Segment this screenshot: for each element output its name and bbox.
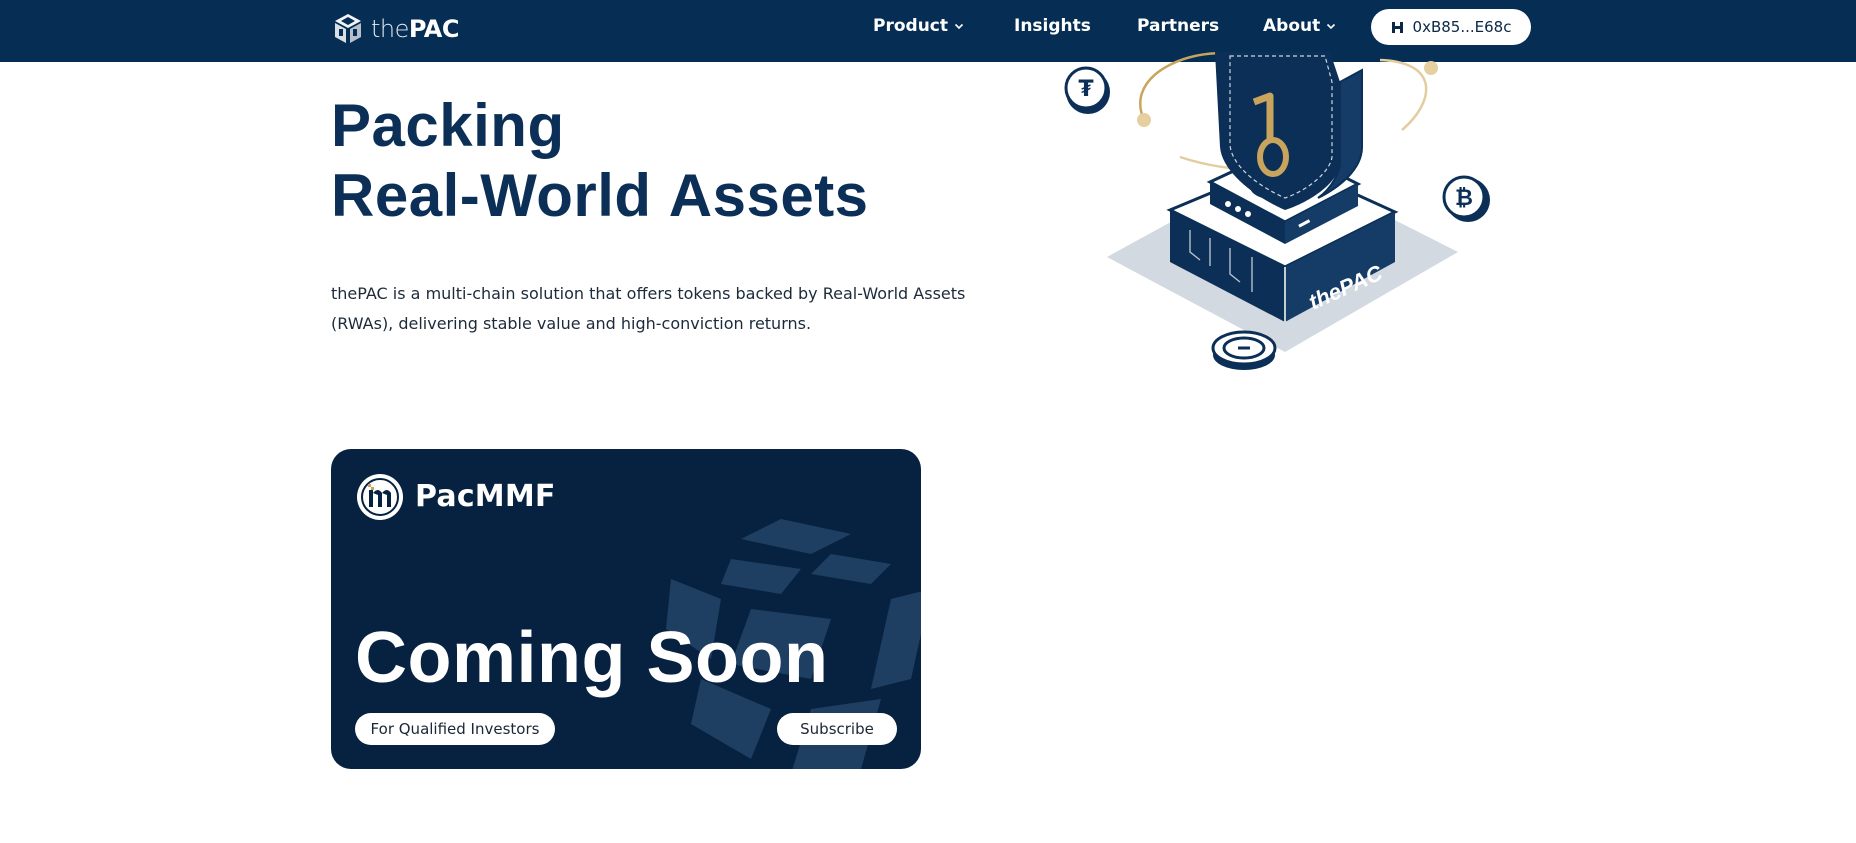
hyperliquid-icon <box>1391 21 1403 33</box>
wallet-button[interactable]: 0xB85...E68c <box>1371 9 1531 45</box>
qualified-investors-badge: For Qualified Investors <box>355 713 555 745</box>
nav-partners[interactable]: Partners <box>1137 16 1219 36</box>
bitcoin-coin-icon: ₿ <box>1442 175 1490 222</box>
hero-title-highlight: Assets <box>666 162 871 229</box>
nav-insights[interactable]: Insights <box>1014 16 1091 36</box>
svg-text:₮: ₮ <box>1078 77 1094 102</box>
hero-illustration: thePAC ₮ ₿ <box>1064 52 1490 370</box>
hero-description: thePAC is a multi-chain solution that of… <box>331 284 966 333</box>
usdc-coin-icon <box>1211 330 1277 370</box>
nav-about[interactable]: About <box>1263 16 1336 36</box>
top-navbar: thePAC Product Insights Partners About 0… <box>0 0 1856 62</box>
brand-wordmark: thePAC <box>371 15 459 43</box>
nav-product[interactable]: Product <box>873 16 964 36</box>
hero-title: Packing Real-World Assets <box>331 91 871 231</box>
cube-logo-icon <box>335 14 361 43</box>
subscribe-button[interactable]: Subscribe <box>777 713 897 745</box>
product-name: PacMMF <box>415 479 556 514</box>
pacmmf-logo-icon <box>357 474 403 520</box>
svg-text:₿: ₿ <box>1455 186 1473 211</box>
wallet-address: 0xB85...E68c <box>1412 18 1512 36</box>
pacmmf-card: PacMMF Coming Soon For Qualified Investo… <box>331 449 921 769</box>
chevron-down-icon <box>954 23 964 30</box>
tether-coin-icon: ₮ <box>1064 66 1110 114</box>
coming-soon-heading: Coming Soon <box>355 618 829 698</box>
hero-title-line1: Packing <box>331 92 565 159</box>
brand-logo[interactable]: thePAC <box>331 11 459 47</box>
chevron-down-icon <box>1327 23 1336 30</box>
hero-title-line2: Real-World Assets <box>331 162 871 229</box>
